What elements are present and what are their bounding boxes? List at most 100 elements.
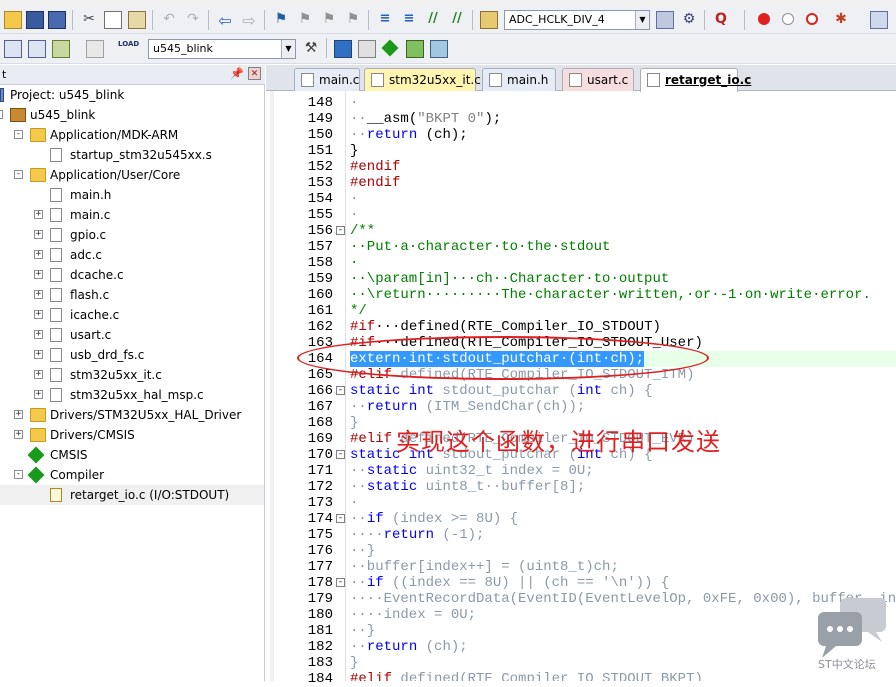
code-line[interactable]: /** [350, 223, 375, 239]
expand-icon[interactable]: + [34, 230, 43, 239]
open-icon[interactable] [4, 11, 22, 29]
collapse-icon[interactable]: - [14, 170, 23, 179]
find-combo[interactable]: ADC_HCLK_DIV_4 ▼ [504, 10, 650, 30]
fold-collapse-icon[interactable]: - [336, 578, 345, 587]
uncomment-icon[interactable]: // [448, 11, 466, 29]
tree-item[interactable]: + gpio.c [0, 225, 264, 245]
code-line[interactable]: ··return (ch); [350, 639, 468, 655]
redo-icon[interactable]: ↷ [184, 11, 202, 29]
cut-icon[interactable]: ✂ [80, 11, 98, 29]
expand-icon[interactable]: + [34, 210, 43, 219]
batch-build-icon[interactable] [86, 40, 104, 58]
debug-icon[interactable]: Q [712, 11, 730, 29]
expand-icon[interactable]: + [14, 410, 23, 419]
code-line[interactable]: ··if ((index == 8U) || (ch == '\n')) { [350, 575, 669, 591]
code-line[interactable]: #endif [350, 159, 400, 175]
tab-usart-c[interactable]: usart.c [562, 68, 634, 91]
code-line[interactable]: ··} [350, 623, 375, 639]
expand-icon[interactable]: + [34, 390, 43, 399]
nav-forward-icon[interactable]: ⇨ [240, 11, 258, 30]
comment-icon[interactable]: // [424, 11, 442, 29]
bookmark-next-icon[interactable]: ⚑ [320, 11, 338, 29]
code-area[interactable]: · ··__asm("BKPT 0"); ··return (ch);} #endif… [350, 91, 896, 681]
code-line[interactable]: ··if (index >= 8U) { [350, 511, 518, 527]
tree-item[interactable]: retarget_io.c (I/O:STDOUT) [0, 485, 264, 505]
tree-item[interactable]: + Drivers/STM32U5xx_HAL_Driver [0, 405, 264, 425]
code-line[interactable]: */ [350, 303, 367, 319]
save-icon[interactable] [26, 11, 44, 29]
tree-item[interactable]: + flash.c [0, 285, 264, 305]
code-line[interactable]: ··return (ch); [350, 127, 468, 143]
tree-item[interactable]: + usart.c [0, 325, 264, 345]
bookmark-icon[interactable]: ⚑ [272, 11, 290, 29]
expand-icon[interactable]: + [34, 350, 43, 359]
bookmark-prev-icon[interactable]: ⚑ [296, 11, 314, 29]
code-line[interactable]: #elif defined(RTE_Compiler_IO_STDOUT_BKP… [350, 671, 703, 681]
tree-item[interactable]: startup_stm32u545xx.s [0, 145, 264, 165]
code-line[interactable]: ··buffer[index++] = (uint8_t)ch; [350, 559, 619, 575]
find-icon[interactable] [656, 11, 674, 29]
code-line[interactable]: ····EventRecordData(EventID(EventLevelOp… [350, 591, 896, 607]
pin-icon[interactable]: 📌 [230, 67, 244, 80]
code-line[interactable]: #endif [350, 175, 400, 191]
chevron-down-icon[interactable]: ▼ [635, 11, 649, 29]
tree-item[interactable]: + dcache.c [0, 265, 264, 285]
paste-icon[interactable] [128, 11, 146, 29]
expand-icon[interactable]: + [14, 430, 23, 439]
tree-item[interactable]: Project: u545_blink [0, 85, 264, 105]
tree-item[interactable]: + stm32u5xx_hal_msp.c [0, 385, 264, 405]
tree-item[interactable]: - u545_blink [0, 105, 264, 125]
tree-item[interactable]: + adc.c [0, 245, 264, 265]
collapse-icon[interactable]: - [0, 110, 3, 119]
code-line[interactable]: · [350, 191, 358, 207]
code-line[interactable]: ··__asm("BKPT 0"); [350, 111, 501, 127]
target-combo[interactable]: u545_blink ▼ [148, 39, 296, 59]
unindent-icon[interactable]: ≡ [400, 11, 418, 29]
undo-icon[interactable]: ↶ [160, 11, 178, 29]
nav-back-icon[interactable]: ⇦ [216, 11, 234, 30]
breakpoint-icon[interactable] [758, 13, 770, 25]
fold-collapse-icon[interactable]: - [336, 226, 345, 235]
code-line[interactable]: ··static uint8_t··buffer[8]; [350, 479, 585, 495]
code-line[interactable]: ··\return·········The·character·written,… [350, 287, 871, 303]
expand-icon[interactable]: + [34, 270, 43, 279]
rte-icon[interactable] [381, 39, 399, 57]
find-in-files-icon[interactable] [480, 11, 498, 29]
breakpoint-clear-icon[interactable] [806, 13, 818, 25]
incremental-find-icon[interactable]: ⚙ [680, 11, 698, 29]
code-line[interactable]: } [350, 143, 358, 159]
window-icon[interactable] [870, 11, 888, 29]
code-line[interactable]: ··return (ITM_SendChar(ch)); [350, 399, 585, 415]
tab-stm32u5xx-it-c[interactable]: stm32u5xx_it.c [364, 68, 481, 91]
code-line[interactable]: } [350, 655, 358, 671]
tree-item[interactable]: - Application/User/Core [0, 165, 264, 185]
editor-left-scrollbar[interactable] [270, 91, 274, 681]
tab-retarget-io-c[interactable]: retarget_io.c [640, 68, 751, 92]
code-line[interactable]: ····index = 0U; [350, 607, 476, 623]
code-line[interactable]: ··\param[in]···ch··Character·to·output [350, 271, 669, 287]
rebuild-icon[interactable] [52, 40, 70, 58]
code-line[interactable]: ··} [350, 543, 375, 559]
bookmark-clear-icon[interactable]: ⚑ [344, 11, 362, 29]
code-line[interactable]: · [350, 207, 358, 223]
build-icon[interactable] [28, 40, 46, 58]
tab-main-h[interactable]: main.h [482, 68, 556, 91]
tree-item[interactable]: + main.c [0, 205, 264, 225]
code-line[interactable]: ··static uint32_t index = 0U; [350, 463, 594, 479]
select-packs-icon[interactable] [430, 40, 448, 58]
expand-icon[interactable]: + [34, 250, 43, 259]
translate-icon[interactable] [4, 40, 22, 58]
expand-icon[interactable]: + [34, 310, 43, 319]
code-line[interactable]: #if···defined(RTE_Compiler_IO_STDOUT) [350, 319, 661, 335]
collapse-icon[interactable]: - [14, 470, 23, 479]
manage-components-icon[interactable] [334, 40, 352, 58]
load-icon[interactable]: LOAD [118, 40, 139, 58]
save-all-icon[interactable] [48, 11, 66, 29]
fold-collapse-icon[interactable]: - [336, 514, 345, 523]
copy-icon[interactable] [104, 11, 122, 29]
breakpoint-disable-icon[interactable] [782, 13, 794, 25]
code-line[interactable]: ····return (-1); [350, 527, 484, 543]
expand-icon[interactable]: + [34, 370, 43, 379]
indent-icon[interactable]: ≡ [376, 11, 394, 29]
tab-main-c[interactable]: main.c [294, 68, 360, 91]
